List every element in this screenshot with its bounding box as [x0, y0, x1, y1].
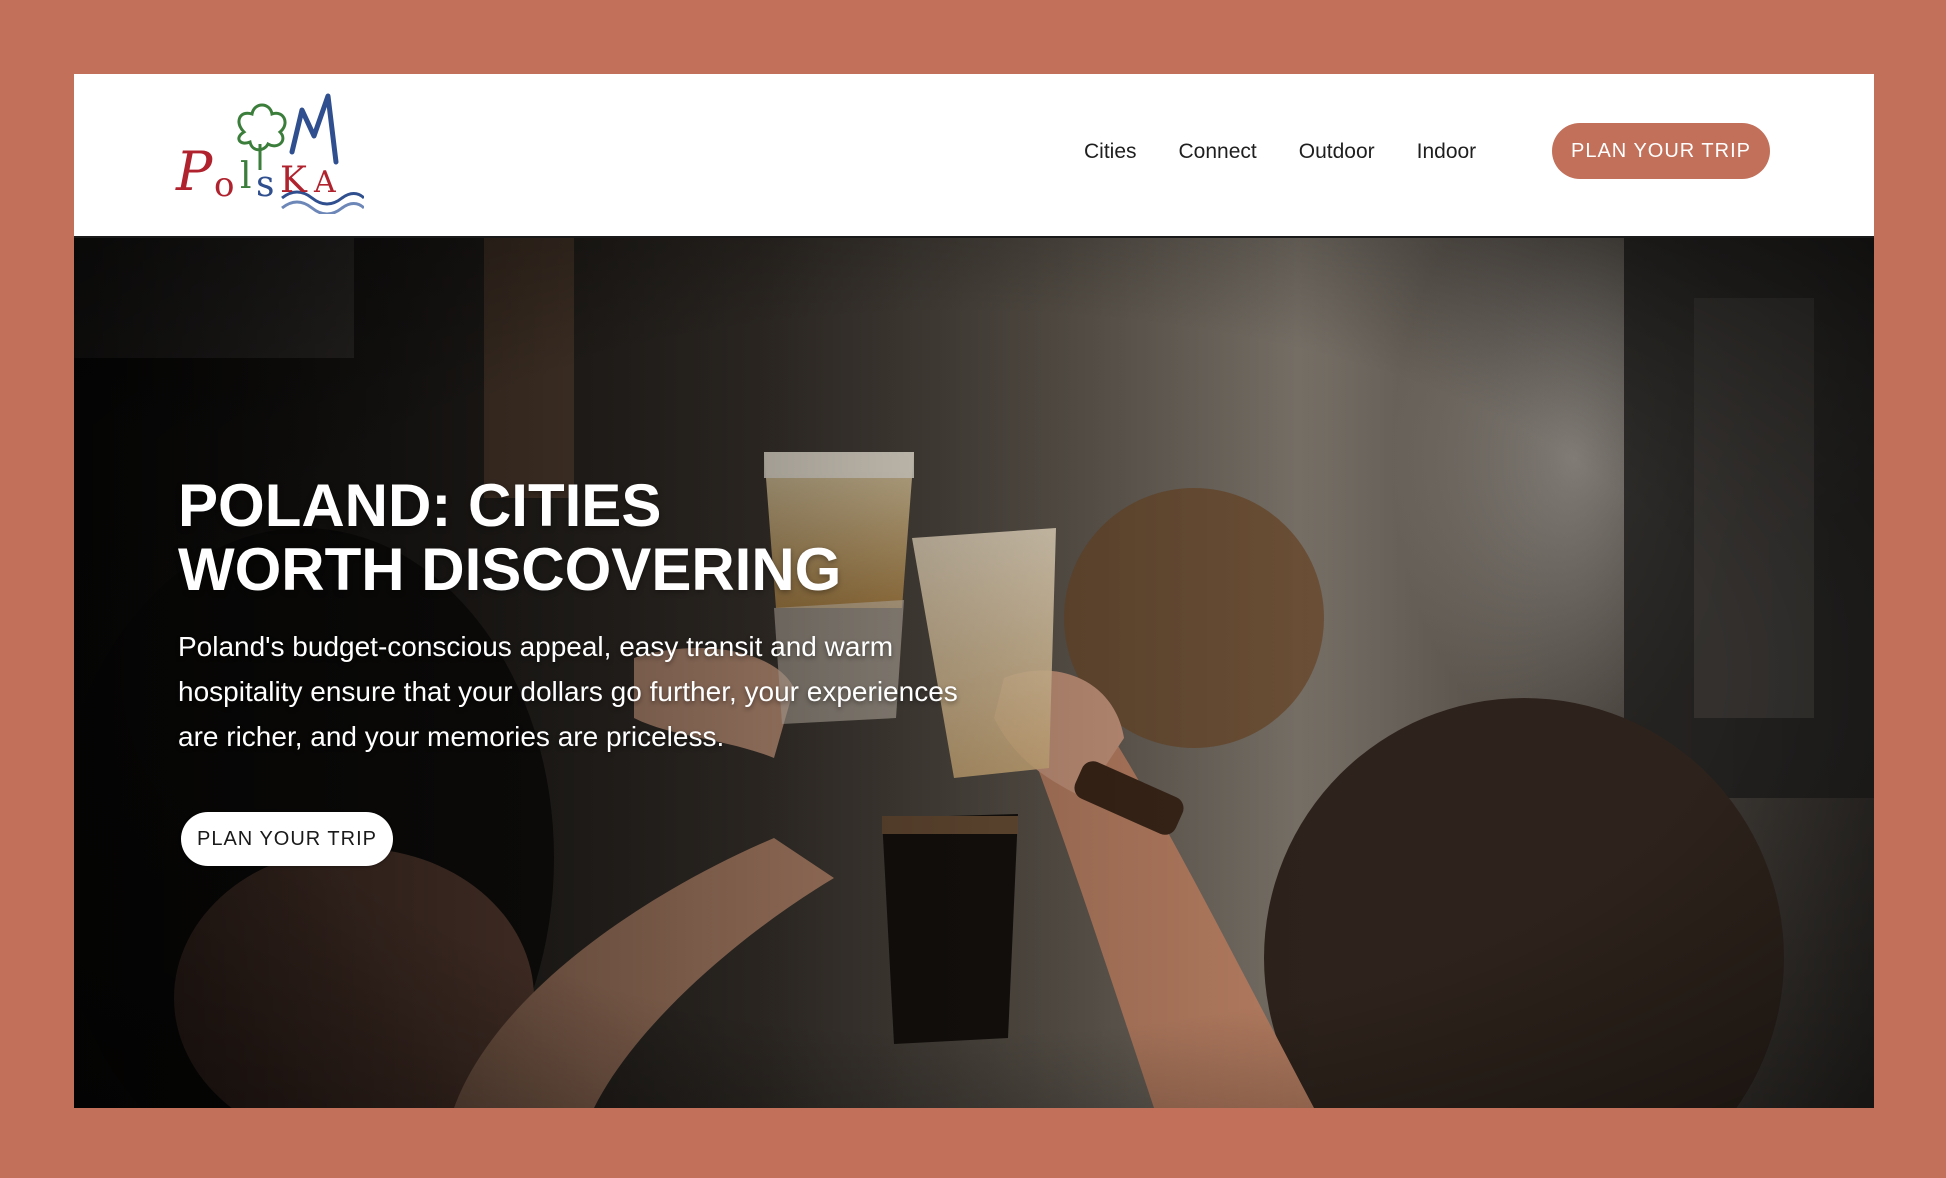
hero-title-line-1: POLAND: CITIES — [178, 472, 662, 539]
hero-title: POLAND: CITIES WORTH DISCOVERING — [178, 474, 998, 602]
nav-item-connect[interactable]: Connect — [1179, 140, 1257, 164]
svg-text:K: K — [280, 160, 308, 201]
polska-logo[interactable]: P o l s K A — [174, 92, 364, 214]
plan-your-trip-button-header[interactable]: PLAN YOUR TRIP — [1552, 123, 1770, 179]
main-nav: Cities Connect Outdoor Indoor — [1084, 136, 1476, 168]
svg-text:A: A — [313, 165, 336, 200]
svg-text:P: P — [175, 140, 214, 203]
nav-item-cities[interactable]: Cities — [1084, 140, 1137, 164]
nav-item-indoor[interactable]: Indoor — [1417, 140, 1477, 164]
browser-page: P o l s K A Cities Connect Outdoor Indoo… — [74, 74, 1874, 1108]
hero-title-line-2: WORTH DISCOVERING — [178, 536, 842, 603]
hero-description: Poland's budget-conscious appeal, easy t… — [178, 631, 958, 752]
plan-your-trip-button-hero[interactable]: PLAN YOUR TRIP — [181, 812, 393, 866]
svg-text:s: s — [256, 164, 274, 205]
nav-item-outdoor[interactable]: Outdoor — [1299, 140, 1375, 164]
svg-text:o: o — [214, 165, 234, 205]
svg-text:l: l — [240, 156, 252, 197]
site-header: P o l s K A Cities Connect Outdoor Indoo… — [74, 74, 1874, 238]
hero-section: POLAND: CITIES WORTH DISCOVERING Poland'… — [74, 238, 1874, 1108]
